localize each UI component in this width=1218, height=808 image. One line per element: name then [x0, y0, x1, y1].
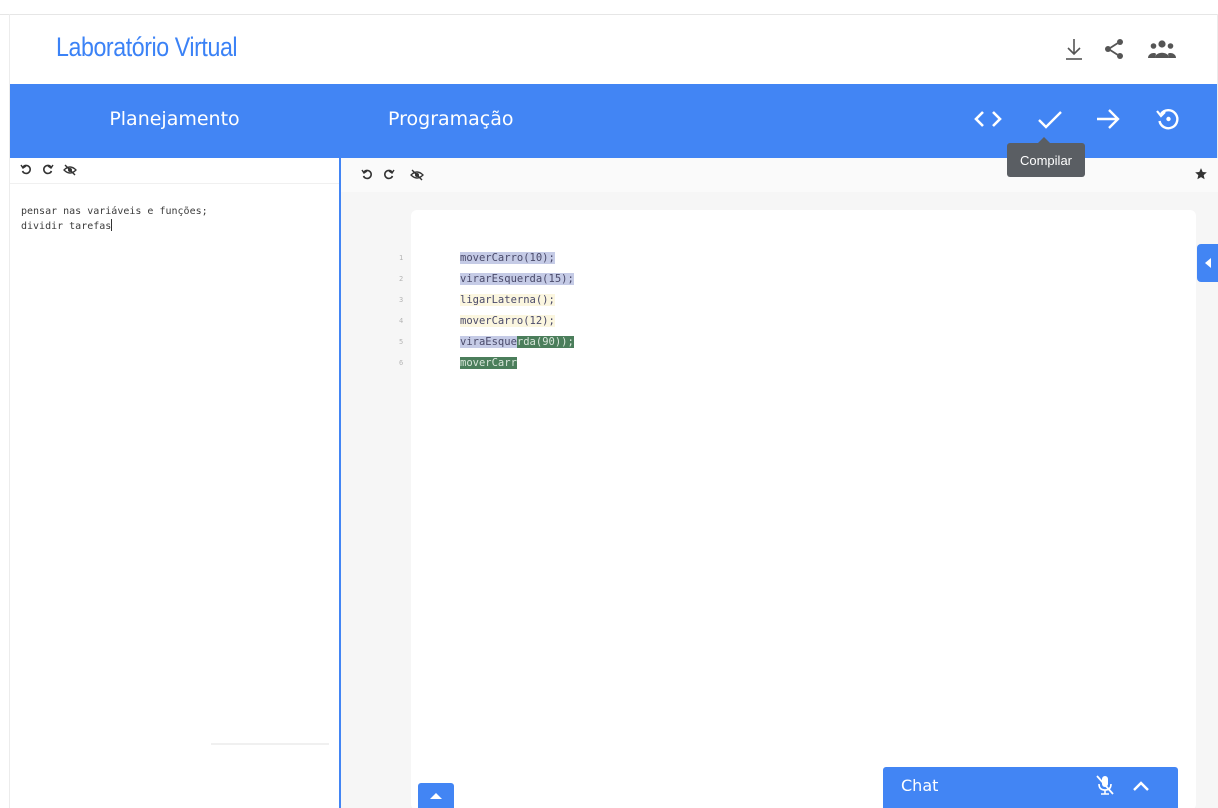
planning-title: Planejamento	[109, 108, 240, 130]
code-segment: moverCarro(12);	[460, 315, 555, 327]
planning-toolbar	[10, 158, 339, 184]
undo-icon	[20, 161, 32, 180]
history-icon	[1155, 106, 1181, 136]
code-icon	[973, 108, 1003, 134]
check-icon	[1036, 108, 1064, 134]
code-line[interactable]: 3 ligarLaterna();	[399, 290, 1196, 311]
mic-off-icon	[1095, 774, 1115, 800]
console-toggle-button[interactable]	[418, 783, 454, 808]
note-line-2: dividir tarefas	[21, 221, 112, 232]
note-line-1: pensar nas variáveis e funções;	[21, 206, 208, 217]
arrow-right-icon	[1094, 108, 1122, 134]
run-button[interactable]	[1091, 104, 1125, 138]
redo-icon	[42, 161, 54, 180]
code-text: moverCarro(10);	[459, 248, 556, 269]
code-text: ligarLaterna();	[459, 290, 556, 311]
code-area[interactable]: 1 moverCarro(10); 2 virarEsquerda(15); 3 liga…	[399, 248, 1196, 374]
chat-expand-button[interactable]	[1129, 775, 1153, 799]
code-line[interactable]: 1 moverCarro(10);	[399, 248, 1196, 269]
planning-header: Planejamento	[10, 84, 339, 158]
favorite-button[interactable]	[1192, 166, 1210, 184]
code-editor[interactable]: 1 moverCarro(10); 2 virarEsquerda(15); 3 liga…	[399, 210, 1196, 808]
compile-tooltip: Compilar	[1007, 137, 1085, 177]
programming-redo-button[interactable]	[381, 167, 397, 183]
planning-footer-divider	[211, 743, 329, 745]
planning-visibility-button[interactable]	[62, 163, 78, 179]
programming-visibility-button[interactable]	[409, 167, 425, 183]
code-segment: virarEsquerda(15);	[460, 273, 574, 285]
programming-pane: 1 moverCarro(10); 2 virarEsquerda(15); 3 liga…	[341, 158, 1218, 808]
planning-notes[interactable]: pensar nas variáveis e funções; dividir …	[21, 204, 331, 234]
undo-icon	[361, 166, 373, 185]
chevron-left-icon	[1203, 254, 1213, 273]
code-segment: moverCarro(10);	[460, 252, 555, 264]
code-view-button[interactable]	[971, 104, 1005, 138]
compile-button[interactable]	[1033, 104, 1067, 138]
triangle-up-icon	[429, 786, 443, 805]
code-line[interactable]: 6 moverCarr	[399, 353, 1196, 374]
code-segment: rda(90)	[516, 336, 562, 348]
code-line[interactable]: 5 viraEsquerda(90));	[399, 332, 1196, 353]
code-text: moverCarr	[459, 353, 518, 374]
code-text: viraEsquerda(90));	[459, 332, 575, 353]
visibility-off-icon	[410, 166, 424, 185]
download-icon	[1060, 34, 1088, 64]
redo-icon	[383, 166, 395, 185]
text-cursor	[111, 219, 113, 231]
programming-header: Programação	[341, 84, 1217, 158]
share-icon	[1100, 34, 1128, 64]
planning-undo-button[interactable]	[18, 163, 34, 179]
planning-redo-button[interactable]	[40, 163, 56, 179]
code-line[interactable]: 4 moverCarro(12);	[399, 311, 1196, 332]
app-title: Laboratório Virtual	[56, 32, 238, 62]
code-segment: ligarLaterna();	[460, 294, 555, 306]
mute-mic-button[interactable]	[1093, 775, 1117, 799]
code-segment: );	[561, 336, 574, 348]
code-segment: moverCarr	[460, 357, 517, 369]
visibility-off-icon	[63, 161, 77, 180]
code-text: virarEsquerda(15);	[459, 269, 575, 290]
star-icon	[1194, 166, 1208, 185]
side-panel-toggle[interactable]	[1197, 244, 1218, 282]
history-button[interactable]	[1151, 104, 1185, 138]
group-icon	[1145, 34, 1179, 64]
programming-title: Programação	[388, 108, 514, 130]
code-line[interactable]: 2 virarEsquerda(15);	[399, 269, 1196, 290]
top-border	[0, 14, 1218, 15]
chat-label: Chat	[901, 776, 939, 795]
planning-pane: pensar nas variáveis e funções; dividir …	[10, 158, 339, 808]
code-text: moverCarro(12);	[459, 311, 556, 332]
programming-toolbar	[341, 158, 1218, 192]
programming-undo-button[interactable]	[359, 167, 375, 183]
code-segment: viraEsque	[460, 336, 517, 348]
app-root: Laboratório Virtual Planejamento Program…	[0, 0, 1218, 808]
chevron-up-icon	[1131, 778, 1151, 797]
chat-bar[interactable]: Chat	[883, 767, 1178, 808]
